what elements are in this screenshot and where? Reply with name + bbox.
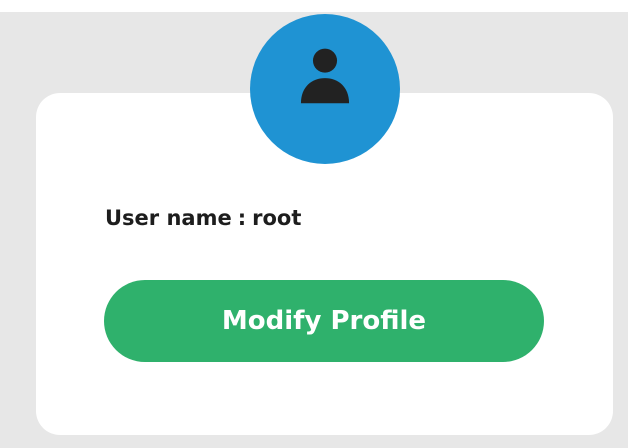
top-strip — [0, 0, 628, 12]
username-label: User name — [105, 206, 232, 230]
avatar — [250, 14, 400, 164]
username-value: root — [252, 206, 302, 230]
user-icon — [300, 48, 350, 104]
modify-profile-button[interactable]: Modify Profile — [104, 280, 544, 362]
username-separator: : — [237, 206, 247, 230]
username-line: User name : root — [105, 208, 301, 229]
modify-profile-button-label: Modify Profile — [221, 306, 427, 336]
